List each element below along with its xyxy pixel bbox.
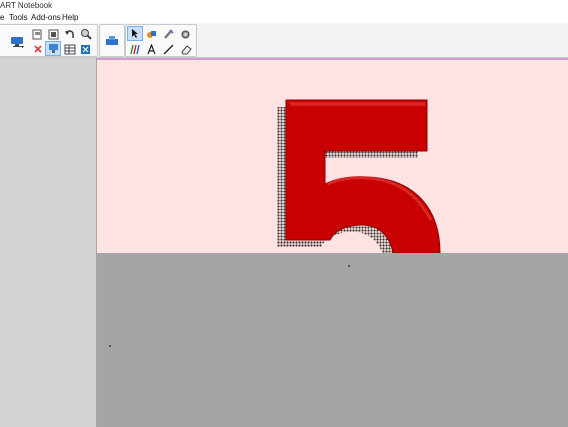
window-title: ART Notebook (0, 1, 53, 10)
display-button[interactable] (8, 33, 26, 49)
magic-pen-button[interactable] (161, 27, 176, 41)
menu-help[interactable]: Help (62, 12, 78, 23)
properties-icon (180, 29, 191, 40)
gallery-icon (48, 29, 59, 40)
pointer-icon (130, 28, 140, 39)
gallery-button[interactable] (46, 27, 61, 41)
toolbar (0, 23, 568, 58)
capture-button[interactable] (78, 42, 93, 56)
capture-icon (80, 44, 91, 55)
screen-shade-button[interactable] (45, 41, 61, 56)
insert-button[interactable] (103, 33, 121, 49)
undo-icon (64, 29, 75, 40)
fill-button[interactable] (144, 27, 159, 41)
menu-file-fragment[interactable]: e (0, 12, 4, 23)
text-button[interactable] (144, 42, 159, 56)
menu-tools[interactable]: Tools (9, 12, 28, 23)
notebook-page[interactable] (97, 60, 568, 253)
fill-icon (146, 29, 157, 40)
eraser-button[interactable] (178, 42, 193, 56)
delete-button[interactable] (30, 42, 45, 56)
zoom-button[interactable] (78, 27, 93, 41)
creative-pen-button[interactable] (127, 42, 142, 56)
select-button[interactable] (127, 26, 143, 41)
page-sorter-sidebar[interactable] (0, 58, 97, 427)
red-x-icon (33, 44, 43, 54)
eraser-icon (180, 44, 192, 55)
table-icon (64, 44, 76, 55)
text-icon (146, 43, 157, 55)
number-five-graphic[interactable] (97, 60, 568, 253)
undo-button[interactable] (62, 27, 77, 41)
zoom-icon (80, 28, 92, 40)
toolbar-group-insert (99, 24, 125, 57)
monitor-icon (10, 35, 24, 48)
magic-pen-icon (163, 28, 174, 40)
screen-shade-icon (48, 43, 59, 54)
speck (348, 265, 350, 267)
creative-pen-icon (129, 44, 141, 55)
title-bar: ART Notebook (0, 0, 568, 12)
line-button[interactable] (161, 42, 176, 56)
toolbar-group-tools (125, 24, 197, 57)
table-button[interactable] (62, 42, 77, 56)
open-button[interactable] (30, 27, 45, 41)
toolbar-group-main (0, 24, 98, 57)
workspace-area[interactable] (97, 58, 568, 427)
menu-add-ons[interactable]: Add-ons (31, 12, 61, 23)
speck (109, 345, 111, 347)
open-icon (32, 29, 43, 40)
properties-button[interactable] (178, 27, 193, 41)
line-icon (163, 44, 174, 55)
insert-icon (105, 35, 119, 47)
